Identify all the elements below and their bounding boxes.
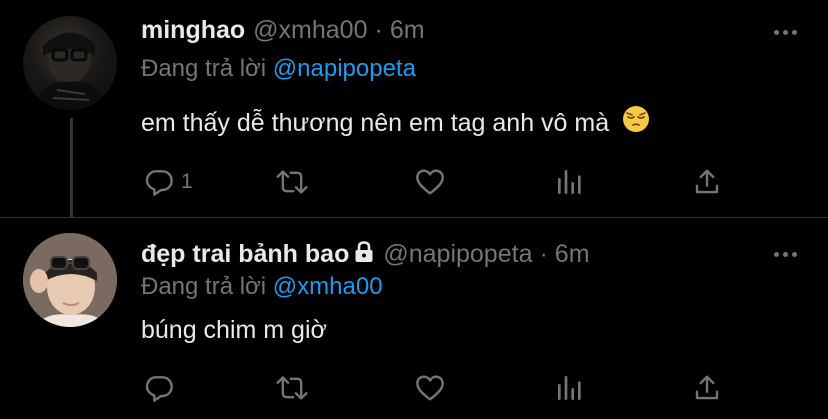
avatar[interactable] (23, 16, 117, 110)
avatar[interactable] (23, 233, 117, 327)
analytics-icon (558, 376, 581, 400)
tweet-actions (0, 368, 828, 408)
replying-to-link[interactable]: @xmha00 (273, 273, 383, 300)
tweet-header: đẹp trai bảnh bao @napipopeta · 6m (141, 238, 590, 269)
reply-icon (145, 376, 173, 402)
retweet-icon (276, 170, 308, 194)
tweet-text-content: em thấy dễ thương nên em tag anh vô mà (141, 109, 610, 138)
share-icon (695, 169, 719, 194)
timestamp[interactable]: 6m (555, 240, 590, 269)
timestamp[interactable]: 6m (390, 16, 425, 45)
reply-button[interactable]: 1 (143, 162, 193, 202)
replying-to-label: Đang trả lời (141, 273, 267, 300)
like-button[interactable] (414, 162, 446, 202)
lock-icon (353, 240, 375, 269)
retweet-button[interactable] (275, 162, 309, 202)
analytics-icon (558, 170, 581, 194)
more-icon[interactable] (774, 252, 797, 257)
tweet-text: búng chim m giờ (141, 316, 327, 344)
reply-count: 1 (181, 170, 193, 193)
replying-to-link[interactable]: @napipopeta (273, 55, 416, 82)
display-name[interactable]: đẹp trai bảnh bao (141, 240, 349, 269)
like-icon (416, 169, 444, 195)
retweet-icon (276, 376, 308, 400)
tweet[interactable]: đẹp trai bảnh bao @napipopeta · 6m Đang … (0, 218, 828, 419)
tweet-header: minghao @xmha00 · 6m (141, 16, 425, 45)
replying-to: Đang trả lời @xmha00 (141, 273, 383, 301)
retweet-button[interactable] (275, 368, 309, 408)
separator: · (539, 240, 548, 268)
user-handle[interactable]: @xmha00 (253, 16, 367, 45)
separator: · (374, 16, 383, 44)
reply-button[interactable] (143, 368, 181, 408)
analytics-button[interactable] (555, 368, 585, 408)
tweet[interactable]: minghao @xmha00 · 6m Đang trả lời @napip… (0, 0, 828, 218)
user-handle[interactable]: @napipopeta (383, 240, 532, 269)
analytics-button[interactable] (555, 162, 585, 202)
replying-to-label: Đang trả lời (141, 55, 267, 82)
display-name[interactable]: minghao (141, 16, 245, 45)
replying-to: Đang trả lời @napipopeta (141, 55, 416, 83)
pensive-face-emoji-icon (622, 105, 650, 140)
like-icon (416, 375, 444, 401)
reply-icon (145, 170, 173, 196)
tweet-actions: 1 (0, 162, 828, 202)
tweet-text: em thấy dễ thương nên em tag anh vô mà (141, 105, 650, 142)
thread-line (70, 118, 73, 217)
share-button[interactable] (692, 162, 722, 202)
like-button[interactable] (414, 368, 446, 408)
more-icon[interactable] (774, 30, 797, 35)
share-button[interactable] (692, 368, 722, 408)
share-icon (695, 375, 719, 400)
